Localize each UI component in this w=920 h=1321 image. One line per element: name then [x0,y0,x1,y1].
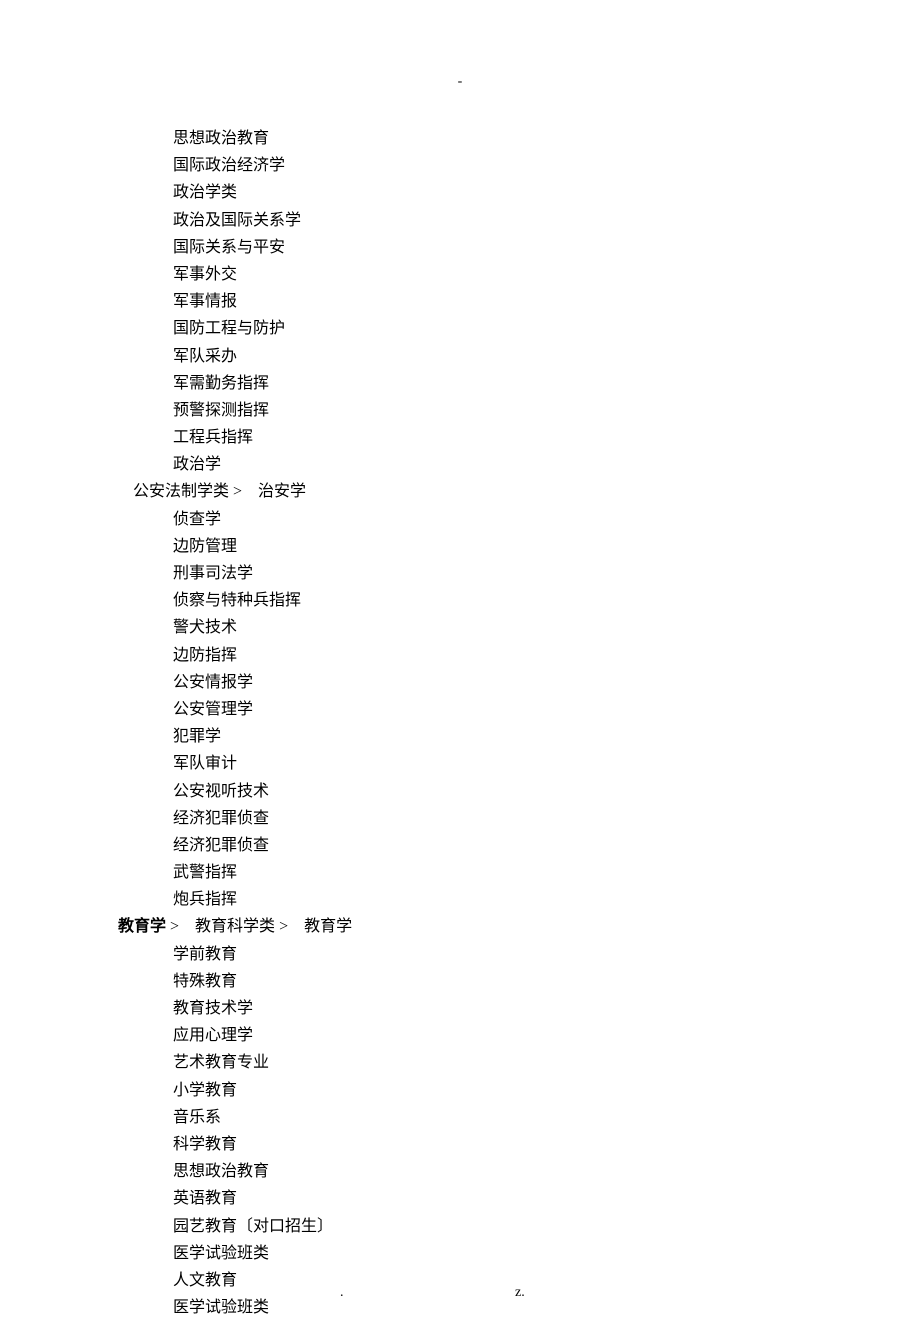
list-item: 英语教育 [0,1185,920,1212]
list-item: 军事外交 [0,261,920,288]
list-item: 学前教育 [0,941,920,968]
list-item: 军队采办 [0,343,920,370]
list-item: 教育技术学 [0,995,920,1022]
list-item: 应用心理学 [0,1022,920,1049]
list-item: 政治学 [0,451,920,478]
list-item: 国际政治经济学 [0,152,920,179]
footer-right-mark: z. [515,1281,525,1305]
list-item: 小学教育 [0,1077,920,1104]
list-item: 公安管理学 [0,696,920,723]
list-item: 侦查学 [0,506,920,533]
list-item: 军事情报 [0,288,920,315]
category-heading: 公安法制学类 > 治安学 [0,478,920,505]
list-item: 刑事司法学 [0,560,920,587]
list-item: 医学试验班类 [0,1240,920,1267]
list-item: 炮兵指挥 [0,886,920,913]
list-item: 政治学类 [0,179,920,206]
list-item: 国际关系与平安 [0,234,920,261]
list-item: 科学教育 [0,1131,920,1158]
list-item: 特殊教育 [0,968,920,995]
list-item: 艺术教育专业 [0,1049,920,1076]
document-content: 思想政治教育国际政治经济学政治学类政治及国际关系学国际关系与平安军事外交军事情报… [0,70,920,1321]
list-item: 边防管理 [0,533,920,560]
list-item: 军需勤务指挥 [0,370,920,397]
category-name: 公安法制学类 [133,483,229,500]
list-item: 教育学 [304,918,352,935]
list-item: 医学试验班类 [0,1294,920,1321]
list-item: 武警指挥 [0,859,920,886]
list-item: 侦察与特种兵指挥 [0,587,920,614]
list-item: 思想政治教育 [0,1158,920,1185]
list-item: 音乐系 [0,1104,920,1131]
list-item: 经济犯罪侦查 [0,805,920,832]
discipline-heading: 教育学 > 教育科学类 > 教育学 [0,913,920,940]
discipline-name: 教育学 [118,918,166,935]
list-item: 犯罪学 [0,723,920,750]
list-item: 政治及国际关系学 [0,207,920,234]
list-item: 军队审计 [0,750,920,777]
list-item: 园艺教育〔对口招生〕 [0,1213,920,1240]
list-item: 预警探测指挥 [0,397,920,424]
list-item: 警犬技术 [0,614,920,641]
list-item: 思想政治教育 [0,125,920,152]
list-item: 经济犯罪侦查 [0,832,920,859]
list-item: 治安学 [258,483,306,500]
list-item: 人文教育 [0,1267,920,1294]
list-item: 公安情报学 [0,669,920,696]
footer-left-mark: . [340,1281,344,1305]
header-mark: - [458,70,463,94]
list-item: 国防工程与防护 [0,315,920,342]
list-item: 公安视听技术 [0,778,920,805]
category-name: 教育科学类 [195,918,275,935]
list-item: 边防指挥 [0,642,920,669]
list-item: 工程兵指挥 [0,424,920,451]
